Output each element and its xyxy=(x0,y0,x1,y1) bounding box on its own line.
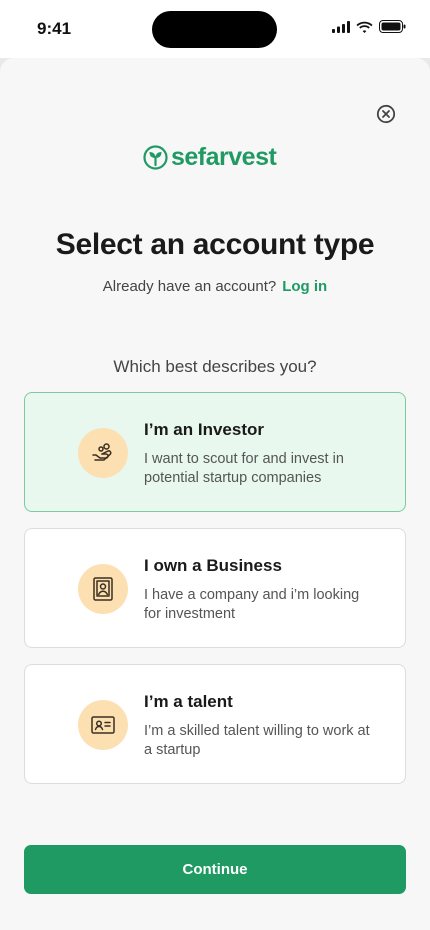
continue-button[interactable]: Continue xyxy=(24,845,406,894)
login-prompt: Already have an account? xyxy=(102,278,277,295)
option-icon-badge xyxy=(78,564,128,614)
option-card-talent[interactable]: I’m a talent I’m a skilled talent willin… xyxy=(24,664,406,784)
option-description: I have a company and i’m looking for inv… xyxy=(144,587,360,622)
login-link[interactable]: Log in xyxy=(282,278,327,295)
option-description: I’m a skilled talent willing to work at … xyxy=(144,723,370,758)
portrait-icon xyxy=(93,577,113,601)
login-prompt-line: Already have an account? Log in xyxy=(0,278,430,295)
sprout-logo-icon xyxy=(143,144,168,170)
option-icon-badge xyxy=(78,700,128,750)
hand-coins-icon xyxy=(92,443,112,461)
status-time: 9:41 xyxy=(37,19,72,38)
option-title: I’m a talent xyxy=(144,692,233,711)
battery-icon xyxy=(379,20,406,33)
dynamic-island xyxy=(152,11,277,48)
option-title: I’m an Investor xyxy=(144,420,264,439)
wifi-icon xyxy=(356,21,373,33)
option-icon-badge xyxy=(78,428,128,478)
brand-logo: sefarvest xyxy=(143,142,277,172)
cellular-signal-icon xyxy=(332,20,350,33)
status-bar: 9:41 xyxy=(0,0,430,58)
account-type-question: Which best describes you? xyxy=(113,357,317,376)
close-icon xyxy=(376,104,396,124)
option-card-investor[interactable]: I’m an Investor I want to scout for and … xyxy=(24,392,406,512)
id-card-icon xyxy=(91,716,115,734)
option-card-business[interactable]: I own a Business I have a company and i’… xyxy=(24,528,406,648)
page-title: Select an account type xyxy=(55,228,375,261)
option-title: I own a Business xyxy=(144,556,282,575)
brand-name: sefarvest xyxy=(171,142,277,171)
status-icons xyxy=(332,20,406,33)
close-button[interactable] xyxy=(376,104,396,124)
option-description: I want to scout for and invest in potent… xyxy=(144,451,344,486)
